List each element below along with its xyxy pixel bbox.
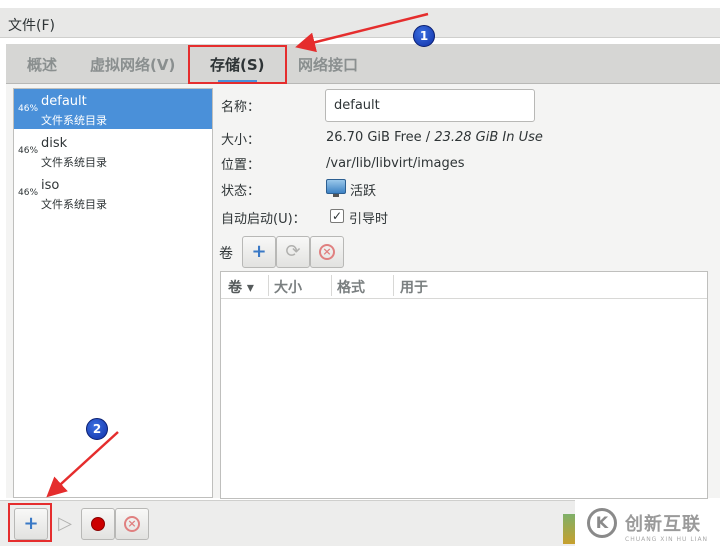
column-header-size[interactable]: 大小 [274,277,302,297]
volume-table: 卷 ▾ 大小 格式 用于 [220,271,708,499]
column-divider [393,275,394,296]
play-icon: ▷ [58,513,72,534]
annotation-badge-2: 2 [86,418,108,440]
add-volume-button[interactable]: + [242,236,276,268]
stop-icon [91,517,105,531]
sort-down-icon: ▾ [246,280,254,296]
pool-type: 文件系统目录 [41,198,107,211]
annotation-highlight-storage-tab [188,45,287,84]
tab-bar: 概述 虚拟网络(V) 存储(S) 网络接口 [6,44,720,84]
pool-usage-percent: 46% [18,146,39,156]
pool-name: default [41,94,87,109]
menu-bar: 文件(F) [0,8,720,38]
pool-item-disk[interactable]: 46% disk 文件系统目录 [14,131,212,171]
start-pool-button[interactable]: ▷ [48,508,82,540]
plus-icon: + [251,241,267,262]
pool-type: 文件系统目录 [41,114,107,127]
state-label: 状态： [221,184,261,199]
pool-name: iso [41,178,60,193]
pool-type: 文件系统目录 [41,156,107,169]
monitor-icon [326,179,346,197]
column-header-used-by[interactable]: 用于 [400,277,428,297]
size-free: 26.70 GiB Free / [326,130,435,145]
refresh-volume-button[interactable]: ⟳ [276,236,310,268]
pool-name: disk [41,136,68,151]
watermark-logo-icon: K [587,508,617,538]
column-divider [268,275,269,296]
location-value: /var/lib/libvirt/images [326,156,465,171]
file-menu[interactable]: 文件(F) [8,15,55,35]
pool-item-iso[interactable]: 46% iso 文件系统目录 [14,173,212,213]
volume-table-header: 卷 ▾ 大小 格式 用于 [221,272,707,299]
watermark-subtext: CHUANG XIN HU LIAN [625,536,709,543]
annotation-highlight-add-pool [8,503,52,542]
watermark-edge-image [563,514,575,544]
watermark: K 创新互联 CHUANG XIN HU LIAN [563,500,720,554]
autostart-value: 引导时 [349,212,389,227]
autostart-label: 自动启动(U)： [221,212,306,227]
cancel-icon: × [319,244,335,260]
column-header-volume[interactable]: 卷 ▾ [228,277,254,297]
delete-volume-button[interactable]: × [310,236,344,268]
autostart-checkbox[interactable]: ✓ [330,209,344,223]
column-divider [331,275,332,296]
pool-usage-percent: 46% [18,188,39,198]
state-value: 活跃 [350,184,377,199]
pool-list: 46% default 文件系统目录 46% disk 文件系统目录 46% i… [13,88,213,498]
pool-item-default[interactable]: 46% default 文件系统目录 [14,89,212,129]
size-label: 大小： [221,133,261,148]
cancel-icon: × [124,516,140,532]
size-in-use: 23.28 GiB In Use [434,130,543,145]
volumes-label: 卷 [219,246,233,262]
annotation-badge-1: 1 [413,25,435,47]
column-header-format[interactable]: 格式 [337,277,365,297]
location-label: 位置： [221,158,261,173]
watermark-text: 创新互联 [625,514,701,535]
tab-network-interfaces[interactable]: 网络接口 [298,54,358,75]
pool-name-field[interactable] [325,89,535,122]
refresh-icon: ⟳ [285,241,301,262]
stop-pool-button[interactable] [81,508,115,540]
delete-pool-button[interactable]: × [115,508,149,540]
name-label: 名称： [221,100,261,115]
pool-usage-percent: 46% [18,104,39,114]
tab-virtual-networks[interactable]: 虚拟网络(V) [90,54,175,75]
tab-overview[interactable]: 概述 [27,54,57,75]
pool-actions-bar: + ▷ × [0,500,575,546]
size-value: 26.70 GiB Free / 23.28 GiB In Use [326,130,543,145]
